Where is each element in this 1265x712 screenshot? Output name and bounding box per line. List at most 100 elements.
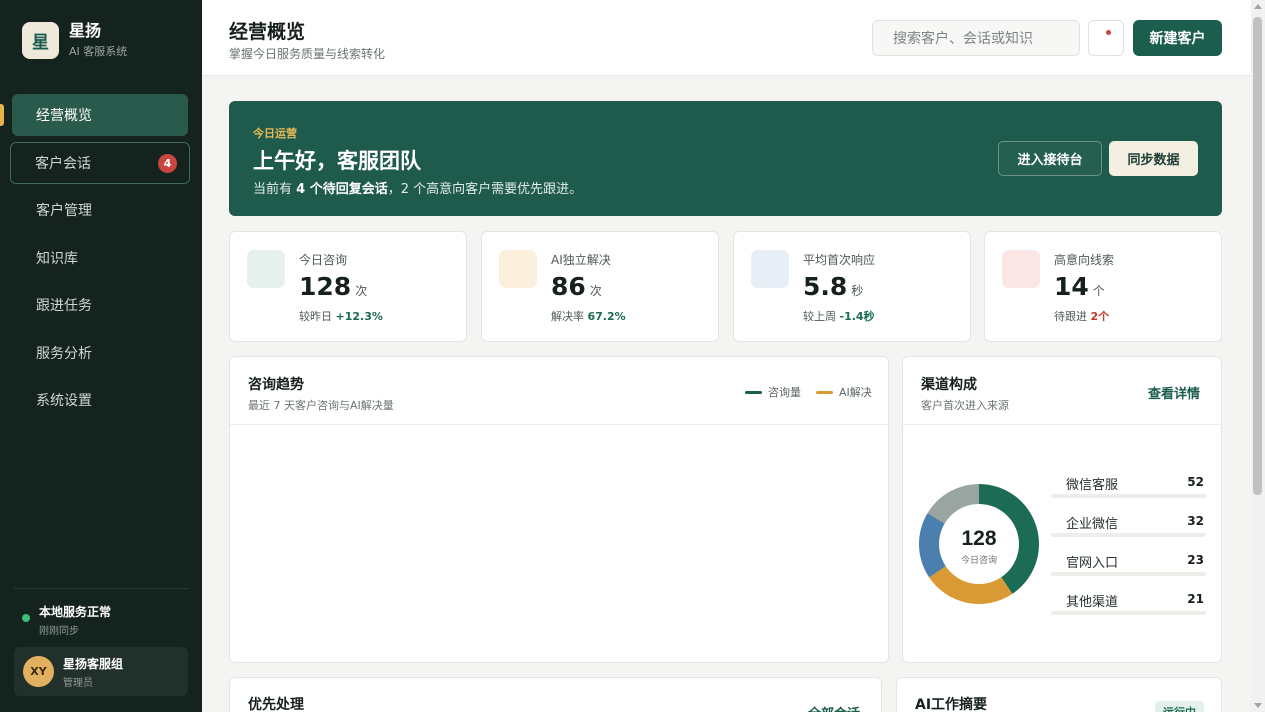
banner-desc-suffix: ，2 个高意向客户需要优先跟进。 bbox=[387, 182, 583, 197]
stat-note: 较上周 -1.4秒 bbox=[803, 308, 875, 324]
lead-icon bbox=[1002, 250, 1040, 288]
brand[interactable]: 星 星扬 AI 客服系统 bbox=[22, 22, 127, 59]
enter-console-button[interactable]: 进入接待台 bbox=[998, 141, 1102, 176]
legend-label: 咨询量 bbox=[768, 386, 801, 399]
stat-card-ai-resolved: AI独立解决 86 次 解决率 67.2% bbox=[481, 231, 719, 342]
service-status: 本地服务正常 刚刚同步 bbox=[22, 603, 111, 637]
trend-panel: 咨询趋势 最近 7 天客户咨询与AI解决量 咨询量 AI解决 bbox=[229, 356, 889, 663]
channel-name: 官网入口 bbox=[1066, 556, 1119, 571]
stat-note-label: 较上周 bbox=[803, 310, 836, 323]
channel-name: 微信客服 bbox=[1066, 478, 1119, 493]
stat-label: AI独立解决 bbox=[551, 253, 611, 267]
banner-title: 上午好，客服团队 bbox=[253, 149, 421, 173]
ai-summary-title: AI工作摘要 bbox=[915, 697, 988, 712]
channel-panel: 渠道构成 客户首次进入来源 查看详情 128 今日咨询 微信客服 52 企业微信… bbox=[902, 356, 1222, 663]
user-role: 管理员 bbox=[63, 677, 93, 689]
sidebar-item-overview[interactable]: 经营概览 bbox=[0, 94, 188, 136]
channel-count: 32 bbox=[1187, 514, 1204, 528]
sidebar-item-customers[interactable]: 客户管理 bbox=[12, 189, 188, 231]
channel-subtitle: 客户首次进入来源 bbox=[921, 399, 1009, 412]
stat-note: 待跟进 2个 bbox=[1054, 308, 1109, 324]
sidebar-item-conversations[interactable]: 客户会话 4 bbox=[10, 141, 190, 184]
channel-row-wecom[interactable]: 企业微信 32 bbox=[1051, 504, 1206, 542]
stat-note-label: 解决率 bbox=[551, 310, 584, 323]
stat-unit: 个 bbox=[1092, 284, 1105, 298]
stat-label: 平均首次响应 bbox=[803, 253, 876, 267]
stat-number: 14 bbox=[1054, 272, 1089, 301]
channel-count: 21 bbox=[1187, 592, 1204, 606]
channel-bar bbox=[1051, 494, 1206, 498]
stat-value: 86 次 bbox=[551, 272, 602, 301]
notification-button[interactable] bbox=[1088, 20, 1124, 56]
new-customer-button[interactable]: 新建客户 bbox=[1133, 20, 1222, 56]
channel-bar bbox=[1051, 572, 1206, 576]
status-title: 本地服务正常 bbox=[39, 605, 112, 619]
scrollbar-thumb[interactable] bbox=[1253, 17, 1262, 495]
legend-swatch bbox=[816, 390, 833, 394]
page-subtitle: 掌握今日服务质量与线索转化 bbox=[229, 47, 386, 61]
channel-name: 企业微信 bbox=[1066, 517, 1119, 532]
channel-bar bbox=[1051, 533, 1206, 537]
stat-note-value: 67.2% bbox=[587, 310, 626, 323]
sidebar-item-knowledge[interactable]: 知识库 bbox=[12, 237, 188, 279]
sync-data-button[interactable]: 同步数据 bbox=[1109, 141, 1198, 176]
channel-count: 52 bbox=[1187, 475, 1204, 489]
stat-note-label: 待跟进 bbox=[1054, 310, 1087, 323]
sidebar-item-label: 经营概览 bbox=[36, 108, 92, 124]
channel-row-website[interactable]: 官网入口 23 bbox=[1051, 543, 1206, 581]
trend-subtitle: 最近 7 天客户咨询与AI解决量 bbox=[248, 399, 394, 412]
stat-value: 5.8 秒 bbox=[803, 272, 863, 301]
status-dot-icon bbox=[22, 614, 30, 622]
ai-icon bbox=[499, 250, 537, 288]
channel-row-wechat[interactable]: 微信客服 52 bbox=[1051, 465, 1206, 503]
banner-kicker: 今日运营 bbox=[253, 127, 297, 140]
page-title: 经营概览 bbox=[229, 21, 306, 43]
sidebar-item-label: 系统设置 bbox=[36, 393, 92, 409]
stat-note: 较昨日 +12.3% bbox=[299, 308, 383, 324]
legend-swatch bbox=[745, 390, 762, 394]
brand-logo: 星 bbox=[22, 22, 59, 59]
channel-name: 其他渠道 bbox=[1066, 595, 1119, 610]
sidebar-divider bbox=[14, 588, 188, 589]
trend-chart-area bbox=[230, 425, 888, 663]
channel-row-other[interactable]: 其他渠道 21 bbox=[1051, 582, 1206, 620]
stat-unit: 次 bbox=[589, 284, 602, 298]
stat-number: 128 bbox=[299, 272, 352, 301]
sidebar-item-label: 知识库 bbox=[36, 250, 78, 267]
panel-divider bbox=[903, 424, 1221, 425]
running-badge: 运行中 bbox=[1155, 701, 1204, 712]
stat-note-value: +12.3% bbox=[335, 310, 383, 323]
consultation-icon bbox=[247, 250, 285, 288]
stat-number: 5.8 bbox=[803, 272, 848, 301]
stat-unit: 秒 bbox=[851, 284, 864, 298]
sidebar: 星 星扬 AI 客服系统 经营概览 客户会话 4 客户管理 知识库 跟进任务 服… bbox=[0, 0, 202, 712]
stat-card-leads: 高意向线索 14 个 待跟进 2个 bbox=[984, 231, 1222, 342]
stat-value: 14 个 bbox=[1054, 272, 1105, 301]
sidebar-item-tasks[interactable]: 跟进任务 bbox=[12, 284, 188, 326]
sidebar-item-settings[interactable]: 系统设置 bbox=[12, 379, 188, 421]
clock-icon bbox=[751, 250, 789, 288]
stat-note-value: 2个 bbox=[1090, 310, 1110, 323]
status-subtitle: 刚刚同步 bbox=[39, 626, 79, 637]
legend-item-ai-resolved: AI解决 bbox=[816, 384, 872, 400]
avatar: XY bbox=[23, 656, 54, 687]
view-details-link[interactable]: 查看详情 bbox=[1148, 383, 1200, 402]
scroll-up-icon[interactable] bbox=[1254, 4, 1262, 9]
brand-subtitle: AI 客服系统 bbox=[69, 45, 128, 58]
welcome-banner: 今日运营 上午好，客服团队 当前有 4 个待回复会话，2 个高意向客户需要优先跟… bbox=[229, 101, 1222, 216]
user-name: 星扬客服组 bbox=[63, 656, 124, 671]
banner-description: 当前有 4 个待回复会话，2 个高意向客户需要优先跟进。 bbox=[253, 178, 582, 197]
all-conversations-link[interactable]: 全部会话 bbox=[808, 703, 860, 712]
sidebar-item-analytics[interactable]: 服务分析 bbox=[12, 332, 188, 374]
donut-center-value: 128 bbox=[961, 527, 996, 550]
scroll-down-icon[interactable] bbox=[1254, 703, 1262, 708]
user-card[interactable]: XY 星扬客服组 管理员 bbox=[14, 647, 188, 696]
priority-title: 优先处理 bbox=[248, 697, 304, 712]
sidebar-item-label: 服务分析 bbox=[36, 345, 92, 362]
search-input[interactable]: 搜索客户、会话或知识 bbox=[872, 20, 1080, 56]
sidebar-item-label: 客户管理 bbox=[36, 203, 92, 219]
channel-title: 渠道构成 bbox=[921, 377, 977, 393]
stat-card-consultations: 今日咨询 128 次 较昨日 +12.3% bbox=[229, 231, 467, 342]
trend-title: 咨询趋势 bbox=[248, 377, 304, 393]
top-header: 经营概览 掌握今日服务质量与线索转化 搜索客户、会话或知识 新建客户 bbox=[202, 0, 1251, 76]
